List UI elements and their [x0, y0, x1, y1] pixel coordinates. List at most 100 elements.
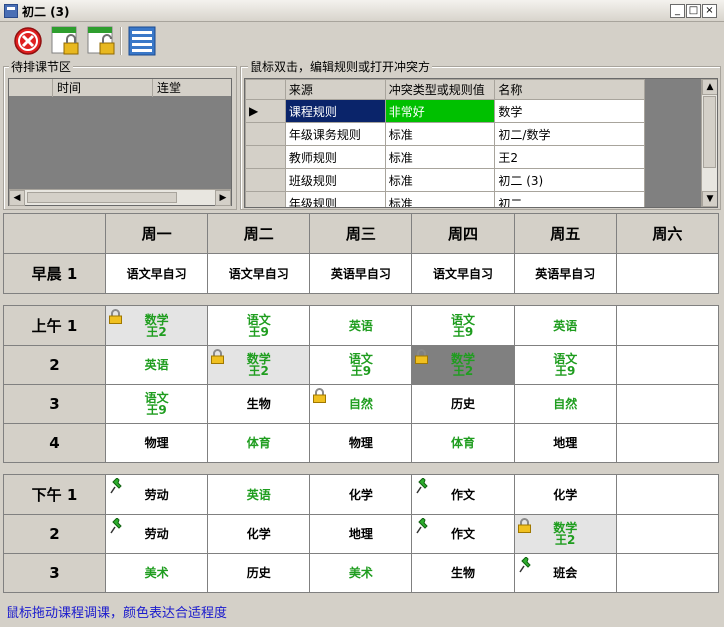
rule-type[interactable]: 标准: [384, 191, 496, 207]
schedule-cell[interactable]: 地理: [513, 423, 617, 463]
schedule-cell[interactable]: 班会: [513, 553, 617, 593]
day-header-row: 周一 周二 周三 周四 周五 周六: [3, 213, 720, 254]
rule-name[interactable]: 初二: [494, 191, 645, 207]
rules-col-name[interactable]: 名称: [494, 79, 645, 100]
rule-type[interactable]: 标准: [384, 145, 496, 169]
schedule-cell[interactable]: 数学 王2: [411, 345, 515, 385]
minimize-button[interactable]: _: [670, 4, 685, 18]
schedule-cell[interactable]: 化学: [513, 474, 617, 515]
pending-col-time[interactable]: 时间: [53, 79, 153, 97]
schedule-cell[interactable]: 数学 王2: [207, 345, 311, 385]
rule-type[interactable]: 非常好: [384, 99, 496, 123]
rules-row[interactable]: 教师规则 标准 王2: [245, 145, 645, 169]
rule-source[interactable]: 课程规则: [284, 99, 386, 123]
scroll-left-icon[interactable]: ◀: [9, 190, 25, 206]
rule-type[interactable]: 标准: [384, 168, 496, 192]
schedule-cell[interactable]: 生物: [207, 384, 311, 424]
rule-source[interactable]: 年级课务规则: [284, 122, 386, 146]
schedule-cell[interactable]: [615, 514, 720, 554]
schedule-cell[interactable]: 英语: [513, 305, 617, 346]
schedule-cell[interactable]: 英语: [309, 305, 413, 346]
list-button[interactable]: [126, 25, 158, 57]
course-name: 英语早自习: [330, 266, 391, 281]
lock-button[interactable]: [50, 25, 82, 57]
schedule-cell[interactable]: [615, 423, 720, 463]
course-name: 体育: [451, 436, 476, 450]
pending-col-0[interactable]: [9, 79, 53, 97]
close-window-button[interactable]: ×: [702, 4, 717, 18]
pin-icon: [518, 556, 532, 573]
schedule-cell[interactable]: [615, 305, 720, 346]
pending-col-consecutive[interactable]: 连堂: [153, 79, 231, 97]
rule-name[interactable]: 初二/数学: [494, 122, 645, 146]
schedule-cell[interactable]: 英语早自习: [513, 253, 617, 294]
schedule-cell[interactable]: 作文: [411, 514, 515, 554]
schedule-cell[interactable]: 体育: [207, 423, 311, 463]
schedule-cell[interactable]: 美术: [309, 553, 413, 593]
schedule-cell[interactable]: 化学: [309, 474, 413, 515]
schedule-cell[interactable]: 自然: [513, 384, 617, 424]
scroll-right-icon[interactable]: ▶: [215, 190, 231, 206]
unlock-button[interactable]: [86, 25, 118, 57]
rule-source[interactable]: 班级规则: [284, 168, 386, 192]
schedule-cell[interactable]: 地理: [309, 514, 413, 554]
schedule-cell[interactable]: 英语: [207, 474, 311, 515]
schedule-cell[interactable]: 语文 王9: [104, 384, 209, 424]
lock-page-icon: [51, 26, 79, 55]
maximize-button[interactable]: □: [686, 4, 701, 18]
teacher-name: 王2: [146, 324, 167, 339]
schedule-cell[interactable]: 英语: [104, 345, 209, 385]
rule-name[interactable]: 数学: [494, 99, 645, 123]
pending-list[interactable]: 时间 连堂 ◀ ▶: [8, 78, 232, 206]
rule-source[interactable]: 年级规则: [284, 191, 386, 207]
scroll-up-icon[interactable]: ▲: [702, 79, 717, 95]
rule-source[interactable]: 教师规则: [284, 145, 386, 169]
schedule-cell[interactable]: 语文早自习: [104, 253, 209, 294]
rules-row[interactable]: 年级规则 标准 初二: [245, 191, 645, 207]
schedule-cell[interactable]: 历史: [207, 553, 311, 593]
schedule-cell[interactable]: 语文 王9: [411, 305, 515, 346]
schedule-cell[interactable]: 作文: [411, 474, 515, 515]
schedule-cell[interactable]: 化学: [207, 514, 311, 554]
rules-col-type[interactable]: 冲突类型或规则值: [384, 79, 496, 100]
schedule-cell[interactable]: 劳动: [104, 474, 209, 515]
schedule-cell[interactable]: 体育: [411, 423, 515, 463]
schedule-cell[interactable]: 数学 王2: [513, 514, 617, 554]
rules-row[interactable]: ▶ 课程规则 非常好 数学: [245, 99, 645, 123]
pending-horizontal-scrollbar[interactable]: ◀ ▶: [9, 189, 231, 206]
course-name: 历史: [451, 397, 476, 411]
schedule-cell[interactable]: 美术: [104, 553, 209, 593]
scroll-thumb[interactable]: [27, 192, 177, 203]
schedule-cell[interactable]: 物理: [309, 423, 413, 463]
schedule-cell[interactable]: 语文 王9: [207, 305, 311, 346]
schedule-cell[interactable]: 语文早自习: [411, 253, 515, 294]
rules-row[interactable]: 班级规则 标准 初二 (3): [245, 168, 645, 192]
rules-vertical-scrollbar[interactable]: ▲ ▼: [701, 79, 717, 207]
schedule-cell[interactable]: 数学 王2: [104, 305, 209, 346]
schedule-cell[interactable]: 语文 王9: [513, 345, 617, 385]
schedule-cell[interactable]: 生物: [411, 553, 515, 593]
schedule-cell[interactable]: 语文早自习: [207, 253, 311, 294]
rule-name[interactable]: 王2: [494, 145, 645, 169]
schedule-cell[interactable]: 英语早自习: [309, 253, 413, 294]
teacher-name: 王2: [555, 533, 576, 547]
scroll-thumb[interactable]: [703, 96, 716, 168]
schedule-cell[interactable]: [615, 553, 720, 593]
scroll-down-icon[interactable]: ▼: [702, 191, 717, 207]
delete-button[interactable]: [12, 25, 44, 57]
schedule-cell[interactable]: 自然: [309, 384, 413, 424]
rules-header-row: 来源 冲突类型或规则值 名称: [245, 79, 645, 100]
rules-col-source[interactable]: 来源: [284, 79, 386, 100]
rule-type[interactable]: 标准: [384, 122, 496, 146]
schedule-cell[interactable]: 语文 王9: [309, 345, 413, 385]
schedule-cell[interactable]: [615, 474, 720, 515]
schedule-cell[interactable]: 历史: [411, 384, 515, 424]
rule-name[interactable]: 初二 (3): [494, 168, 645, 192]
schedule-cell[interactable]: [615, 345, 720, 385]
rules-grid[interactable]: 来源 冲突类型或规则值 名称 ▶ 课程规则 非常好 数学 年级课务规则 标准 初…: [244, 78, 718, 208]
schedule-cell[interactable]: 劳动: [104, 514, 209, 554]
rules-row[interactable]: 年级课务规则 标准 初二/数学: [245, 122, 645, 146]
schedule-cell[interactable]: [615, 253, 720, 294]
schedule-cell[interactable]: 物理: [104, 423, 209, 463]
schedule-cell[interactable]: [615, 384, 720, 424]
